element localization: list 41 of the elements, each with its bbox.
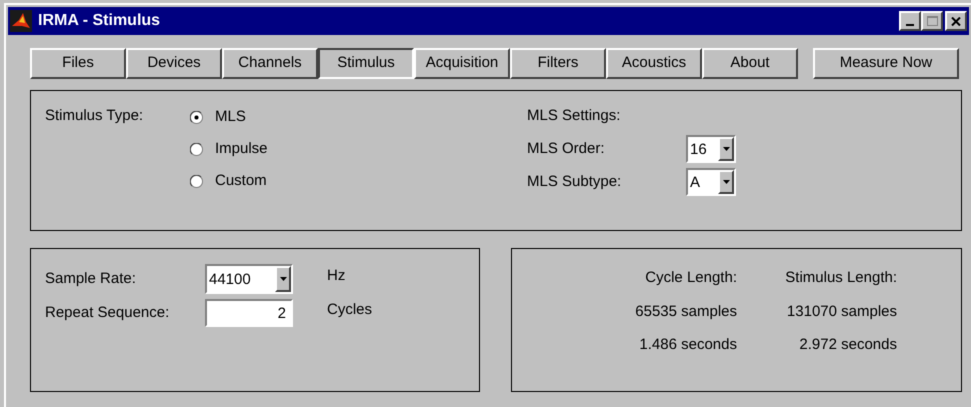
tab[interactable]: Devices (126, 48, 222, 79)
radio-label: Impulse (215, 139, 268, 160)
radio-label: MLS (215, 107, 246, 128)
summary-value: 2.972 seconds (799, 335, 897, 355)
radio-label: Custom (215, 171, 267, 192)
repeat-sequence-label: Repeat Sequence: (45, 302, 170, 323)
mls-order-label: MLS Order: (527, 138, 606, 159)
radio-button[interactable] (190, 143, 203, 156)
repeat-sequence-field[interactable]: 2 (205, 299, 293, 327)
tab[interactable]: Stimulus (318, 48, 414, 79)
tab[interactable]: About (702, 48, 798, 79)
measure-now-button[interactable]: Measure Now (813, 48, 959, 79)
tab[interactable]: Acoustics (606, 48, 702, 79)
sample-rate-label: Sample Rate: (45, 268, 137, 289)
column-heading: Stimulus Length: (785, 268, 897, 288)
close-icon (951, 16, 961, 26)
tab[interactable]: Files (30, 48, 126, 79)
window-title: IRMA - Stimulus (38, 11, 160, 31)
mls-settings-heading: MLS Settings: (527, 106, 622, 126)
tab[interactable]: Acquisition (414, 48, 510, 79)
unit-label: Hz (327, 266, 346, 286)
maximize-icon (926, 16, 938, 26)
tab[interactable]: Channels (222, 48, 318, 79)
app-logo-icon (10, 10, 32, 32)
stimulus-type-label: Stimulus Type: (45, 106, 144, 126)
mls-order-dropdown[interactable]: 16 (686, 135, 736, 163)
maximize-button[interactable] (921, 11, 943, 31)
minimize-button[interactable] (899, 11, 921, 31)
radio-button[interactable] (190, 111, 203, 124)
tab[interactable]: Filters (510, 48, 606, 79)
radio-button[interactable] (190, 175, 203, 188)
minimize-icon (906, 24, 914, 26)
column-heading: Cycle Length: (645, 268, 737, 288)
summary-value: 1.486 seconds (639, 335, 737, 355)
close-button[interactable] (945, 11, 967, 31)
mls-subtype-label: MLS Subtype: (527, 172, 622, 192)
sample-rate-dropdown[interactable]: 44100 (205, 264, 293, 294)
mls-subtype-dropdown[interactable]: A (686, 168, 736, 196)
summary-value: 131070 samples (786, 302, 897, 322)
summary-value: 65535 samples (635, 302, 737, 322)
unit-label: Cycles (327, 300, 372, 320)
